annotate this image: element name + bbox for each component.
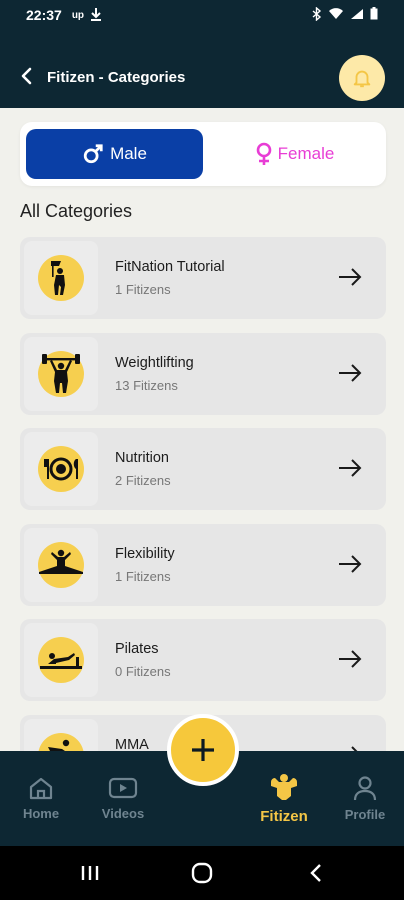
nav-fitizen[interactable]: Fitizen <box>254 751 314 846</box>
category-count: 13 Fitizens <box>115 378 178 393</box>
flag-athlete-icon <box>38 255 84 301</box>
category-card[interactable]: Flexibility 1 Fitizens <box>20 524 386 606</box>
section-title: All Categories <box>20 201 133 221</box>
wifi-icon <box>328 7 344 23</box>
bluetooth-icon <box>312 5 322 24</box>
female-symbol-icon <box>256 142 271 165</box>
status-bar: 22:37 up <box>0 0 404 30</box>
nav-profile-label: Profile <box>344 807 386 822</box>
video-icon <box>108 777 138 799</box>
female-tab[interactable]: Female <box>209 129 379 179</box>
download-icon <box>90 7 102 24</box>
split-pose-icon <box>38 542 84 588</box>
category-card[interactable]: Pilates 0 Fitizens <box>20 619 386 701</box>
add-button[interactable] <box>167 714 239 786</box>
category-name: MMA <box>115 737 149 752</box>
system-nav-bar <box>0 846 404 900</box>
category-name: Weightlifting <box>115 355 194 371</box>
category-icon-box <box>24 337 98 411</box>
category-icon-box <box>24 432 98 506</box>
category-card[interactable]: Nutrition 2 Fitizens <box>20 428 386 510</box>
chevron-left-icon <box>310 864 321 882</box>
circle-home-icon <box>191 862 213 884</box>
profile-icon <box>353 776 377 801</box>
category-name: Nutrition <box>115 450 169 466</box>
recent-apps-button[interactable] <box>78 861 102 885</box>
mma-icon <box>38 733 84 752</box>
category-card[interactable]: Weightlifting 13 Fitizens <box>20 333 386 415</box>
category-count: 0 Fitizens <box>115 664 171 679</box>
arrow-right-icon <box>339 364 362 382</box>
home-system-button[interactable] <box>190 861 214 885</box>
weightlifter-icon <box>38 351 84 397</box>
pilates-icon <box>38 637 84 683</box>
arrow-right-icon <box>339 650 362 668</box>
nav-fitizen-label: Fitizen <box>260 808 308 825</box>
app-bar: Fitizen - Categories <box>0 30 404 108</box>
battery-icon <box>370 7 378 23</box>
bell-icon <box>353 70 371 88</box>
category-list[interactable]: FitNation Tutorial 1 Fitizens Weightlift… <box>20 237 386 752</box>
home-icon <box>29 777 53 800</box>
plate-cutlery-icon <box>38 446 84 492</box>
arrow-right-icon <box>339 268 362 286</box>
category-count: 1 Fitizens <box>115 282 171 297</box>
nav-home-label: Home <box>22 806 60 821</box>
male-tab[interactable]: Male <box>26 129 203 179</box>
chevron-left-icon <box>21 67 32 85</box>
nav-videos-label: Videos <box>101 806 145 821</box>
gender-toggle: Male Female <box>20 122 386 186</box>
category-icon-box <box>24 623 98 697</box>
notifications-button[interactable] <box>339 55 385 101</box>
status-time: 22:37 <box>26 7 62 23</box>
arrow-right-icon <box>339 459 362 477</box>
category-count: 2 Fitizens <box>115 473 171 488</box>
nav-profile[interactable]: Profile <box>342 751 388 846</box>
up-icon: up <box>71 9 85 21</box>
plus-icon <box>192 739 214 761</box>
fitizen-icon <box>271 774 297 800</box>
page-title: Fitizen - Categories <box>47 69 186 86</box>
male-tab-label: Male <box>110 144 147 163</box>
male-symbol-icon <box>83 144 103 164</box>
category-name: FitNation Tutorial <box>115 259 225 275</box>
nav-home[interactable]: Home <box>16 751 66 846</box>
back-button[interactable] <box>16 66 36 86</box>
female-tab-label: Female <box>277 144 335 163</box>
signal-icon <box>350 7 364 23</box>
category-count: 1 Fitizens <box>115 569 171 584</box>
nav-videos[interactable]: Videos <box>96 751 150 846</box>
category-card[interactable]: FitNation Tutorial 1 Fitizens <box>20 237 386 319</box>
category-name: Pilates <box>115 641 159 657</box>
category-icon-box <box>24 528 98 602</box>
category-name: Flexibility <box>115 546 175 562</box>
category-icon-box <box>24 241 98 315</box>
recent-apps-icon <box>81 866 99 880</box>
arrow-right-icon <box>339 555 362 573</box>
back-system-button[interactable] <box>304 861 328 885</box>
category-icon-box <box>24 719 98 752</box>
